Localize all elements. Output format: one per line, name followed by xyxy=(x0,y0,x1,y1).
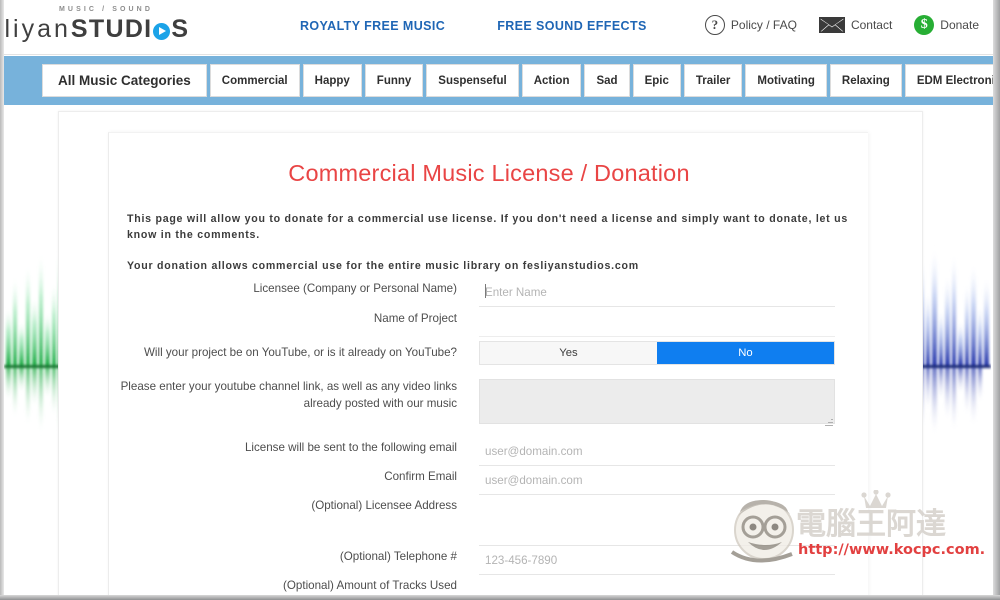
logo-wordmark: sliyanSTUDI S xyxy=(0,15,189,44)
form-row-licensee: Licensee (Company or Personal Name) xyxy=(109,281,869,307)
youtube-links-field-wrap xyxy=(479,379,835,429)
browser-screenshot: Commercial Music License / Donation This… xyxy=(0,0,1000,600)
licensee-input[interactable] xyxy=(479,281,835,307)
youtube-yes-button[interactable]: Yes xyxy=(480,342,657,364)
site-header: MUSIC / SOUND sliyanSTUDI S ROYALTY FREE … xyxy=(0,0,993,55)
window-border-left xyxy=(0,0,4,600)
logo-name-bold-b: S xyxy=(171,15,190,43)
youtube-yes-no-toggle[interactable]: Yes No xyxy=(479,341,835,365)
primary-nav: ROYALTY FREE MUSIC FREE SOUND EFFECTS xyxy=(300,19,647,33)
address-label: (Optional) Licensee Address xyxy=(311,499,457,512)
play-circle-icon xyxy=(153,23,171,40)
nav-link-free-sound-effects[interactable]: FREE SOUND EFFECTS xyxy=(497,19,647,33)
email-field-wrap xyxy=(479,440,835,466)
donate-label: Donate xyxy=(940,18,979,32)
contact-link[interactable]: Contact xyxy=(818,17,893,33)
form-row-address: (Optional) Licensee Address xyxy=(109,498,869,546)
form-row-confirm-email: Confirm Email xyxy=(109,469,869,495)
confirm-email-label: Confirm Email xyxy=(384,470,457,483)
category-tab-happy[interactable]: Happy xyxy=(302,64,362,97)
youtube-toggle-wrap: Yes No xyxy=(479,341,835,365)
page-background: Commercial Music License / Donation This… xyxy=(4,105,993,597)
form-row-youtube-question: Will your project be on YouTube, or is i… xyxy=(109,341,869,365)
category-tab-funny[interactable]: Funny xyxy=(364,64,424,97)
licensee-field-wrap xyxy=(479,281,835,307)
category-tab-all-music-categories[interactable]: All Music Categories xyxy=(42,64,207,97)
utility-nav: ? Policy / FAQ Contact $ Donate xyxy=(704,15,979,35)
category-tab-epic[interactable]: Epic xyxy=(632,64,681,97)
category-tab-trailer[interactable]: Trailer xyxy=(683,64,743,97)
youtube-no-button[interactable]: No xyxy=(657,342,834,364)
project-name-input[interactable] xyxy=(479,311,835,337)
envelope-icon xyxy=(818,17,845,33)
telephone-input[interactable] xyxy=(479,549,835,575)
form-row-email: License will be sent to the following em… xyxy=(109,440,869,466)
tracks-amount-label: (Optional) Amount of Tracks Used xyxy=(283,579,457,592)
license-donation-form: Licensee (Company or Personal Name) Name… xyxy=(109,281,869,597)
form-row-youtube-links: Please enter your youtube channel link, … xyxy=(109,379,869,429)
confirm-email-input[interactable] xyxy=(479,469,835,495)
intro-text: This page will allow you to donate for a… xyxy=(127,211,853,274)
nav-link-royalty-free-music[interactable]: ROYALTY FREE MUSIC xyxy=(300,19,445,33)
window-border-right xyxy=(993,0,1000,600)
email-input[interactable] xyxy=(479,440,835,466)
email-label: License will be sent to the following em… xyxy=(244,441,457,454)
project-name-label: Name of Project xyxy=(373,312,457,325)
site-logo[interactable]: MUSIC / SOUND sliyanSTUDI S xyxy=(0,6,188,48)
policy-faq-label: Policy / FAQ xyxy=(730,18,797,32)
content-card: Commercial Music License / Donation This… xyxy=(108,132,868,597)
dollar-circle-icon: $ xyxy=(914,15,935,35)
category-tab-action[interactable]: Action xyxy=(521,64,582,97)
youtube-links-label: Please enter your youtube channel link, … xyxy=(120,380,457,410)
window-border-bottom xyxy=(0,595,1000,600)
logo-name-bold-a: STUDI xyxy=(70,15,153,43)
category-tab-edm-electronic[interactable]: EDM Electronic xyxy=(904,64,1000,97)
text-cursor xyxy=(485,284,486,298)
donate-link[interactable]: $ Donate xyxy=(914,15,979,35)
intro-paragraph-1: This page will allow you to donate for a… xyxy=(127,213,849,242)
policy-faq-link[interactable]: ? Policy / FAQ xyxy=(704,15,797,35)
category-tab-commercial[interactable]: Commercial xyxy=(209,64,300,97)
telephone-label: (Optional) Telephone # xyxy=(339,550,457,563)
confirm-email-field-wrap xyxy=(479,469,835,495)
category-tab-sad[interactable]: Sad xyxy=(584,64,630,97)
logo-kicker: MUSIC / SOUND xyxy=(59,6,153,13)
youtube-question-label: Will your project be on YouTube, or is i… xyxy=(143,346,457,359)
logo-name-thin: sliyan xyxy=(0,15,71,43)
page-title: Commercial Music License / Donation xyxy=(288,160,690,186)
address-input[interactable] xyxy=(479,498,835,546)
form-row-project-name: Name of Project xyxy=(109,311,869,337)
category-tabs: All Music Categories Commercial Happy Fu… xyxy=(42,64,1000,97)
category-tab-relaxing[interactable]: Relaxing xyxy=(829,64,902,97)
category-nav-bar: All Music Categories Commercial Happy Fu… xyxy=(4,56,1000,105)
category-tab-suspenseful[interactable]: Suspenseful xyxy=(426,64,519,97)
youtube-links-textarea[interactable] xyxy=(479,379,835,424)
contact-label: Contact xyxy=(850,18,893,32)
project-name-field-wrap xyxy=(479,311,835,337)
question-circle-icon: ? xyxy=(704,15,725,35)
intro-paragraph-2: Your donation allows commercial use for … xyxy=(127,259,639,272)
telephone-field-wrap xyxy=(479,549,835,575)
form-row-telephone: (Optional) Telephone # xyxy=(109,549,869,575)
licensee-label: Licensee (Company or Personal Name) xyxy=(253,282,457,295)
address-field-wrap xyxy=(479,498,835,546)
category-tab-motivating[interactable]: Motivating xyxy=(745,64,827,97)
